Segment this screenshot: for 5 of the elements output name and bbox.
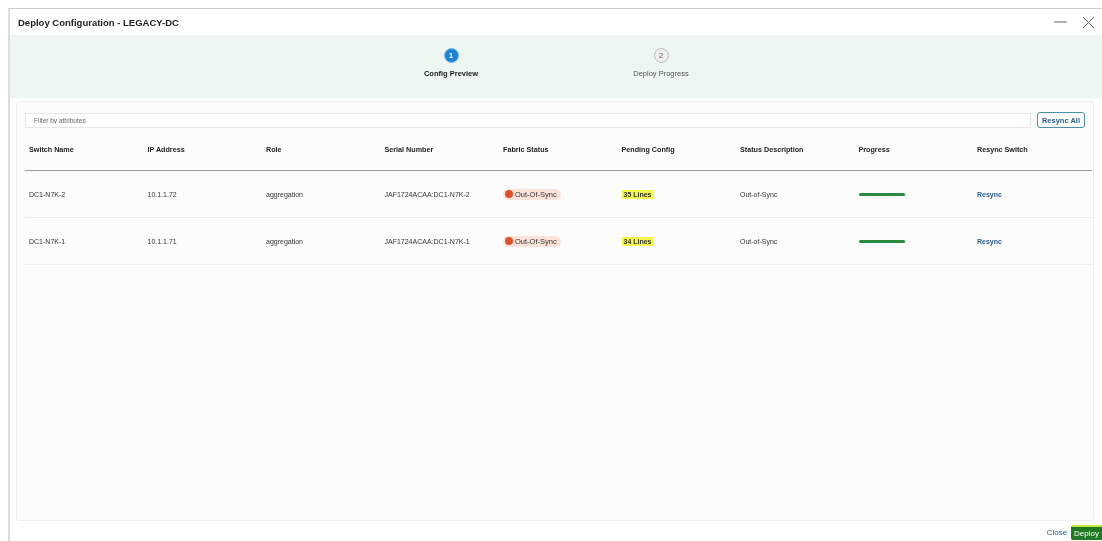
window-title: Deploy Configuration - LEGACY-DC <box>18 16 180 28</box>
deploy-button[interactable]: Deploy <box>1071 524 1102 540</box>
status-dot <box>505 237 513 245</box>
close-text-button[interactable]: Close <box>1046 527 1068 537</box>
status-dot <box>505 190 513 198</box>
